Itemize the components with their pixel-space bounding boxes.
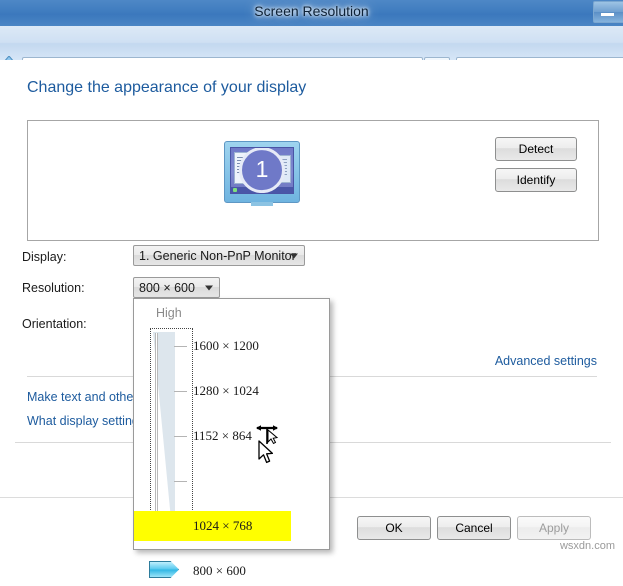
identify-button[interactable]: Identify <box>495 168 577 192</box>
apply-button: Apply <box>517 516 591 540</box>
page-title: Change the appearance of your display <box>27 79 307 96</box>
minimize-button[interactable] <box>593 1 623 23</box>
resolution-option-label: 1280 × 1024 <box>193 383 259 398</box>
monitor-stand <box>251 202 273 206</box>
window-title-bar: Screen Resolution <box>0 0 623 26</box>
resolution-option-1280x1024[interactable]: 1280 × 1024 <box>193 376 331 406</box>
page-content: Change the appearance of your display 1 … <box>0 60 623 578</box>
monitor-preview-icon[interactable]: 1 <box>224 141 300 206</box>
resolution-select-value: 800 × 600 <box>139 280 195 295</box>
resolution-option-1600x1200[interactable]: 1600 × 1200 <box>193 331 331 361</box>
display-select[interactable]: 1. Generic Non-PnP Monitor <box>133 245 305 266</box>
chevron-down-icon <box>205 285 213 290</box>
resolution-option-1024x768[interactable]: 1024 × 768 <box>134 511 291 541</box>
resolution-option-label: 1600 × 1200 <box>193 338 259 353</box>
slider-tick <box>174 436 187 437</box>
slider-thumb[interactable] <box>149 561 179 578</box>
cancel-button[interactable]: Cancel <box>437 516 511 540</box>
resolution-option-label: 1024 × 768 <box>193 518 253 533</box>
monitor-number: 1 <box>255 156 269 183</box>
ok-button[interactable]: OK <box>357 516 431 540</box>
display-label: Display: <box>22 250 67 264</box>
watermark: wsxdn.com <box>559 540 615 552</box>
resolution-option-label: 800 × 600 <box>193 563 246 578</box>
resolution-option-800x600[interactable]: 800 × 600 <box>193 556 331 586</box>
orientation-label: Orientation: <box>22 317 87 331</box>
slider-tick <box>174 391 187 392</box>
detect-button[interactable]: Detect <box>495 137 577 161</box>
mouse-pointer-icon <box>258 440 278 466</box>
slider-high-label: High <box>156 306 182 320</box>
slider-tick <box>174 346 187 347</box>
slider-track[interactable] <box>155 333 158 519</box>
minimize-icon <box>601 13 614 16</box>
resolution-select[interactable]: 800 × 600 <box>133 277 220 298</box>
address-bar: « Appearance and Personalization Display… <box>0 26 623 81</box>
slider-tick <box>174 481 187 482</box>
display-preview-panel: 1 Detect Identify <box>27 120 599 241</box>
chevron-down-icon <box>290 253 298 258</box>
make-text-larger-link[interactable]: Make text and other <box>27 390 137 404</box>
window-title: Screen Resolution <box>254 3 369 19</box>
monitor-number-badge: 1 <box>239 148 285 193</box>
resolution-option-label: 1152 × 864 <box>193 428 252 443</box>
what-display-settings-link[interactable]: What display setting <box>27 414 139 428</box>
resolution-label: Resolution: <box>22 281 85 295</box>
resolution-slider-popup[interactable]: High Low 1600 × 1200 1280 × 1024 1152 × … <box>133 298 331 578</box>
display-select-value: 1. Generic Non-PnP Monitor <box>139 248 296 263</box>
advanced-settings-link[interactable]: Advanced settings <box>495 354 597 368</box>
monitor-screen: 1 <box>230 147 294 194</box>
